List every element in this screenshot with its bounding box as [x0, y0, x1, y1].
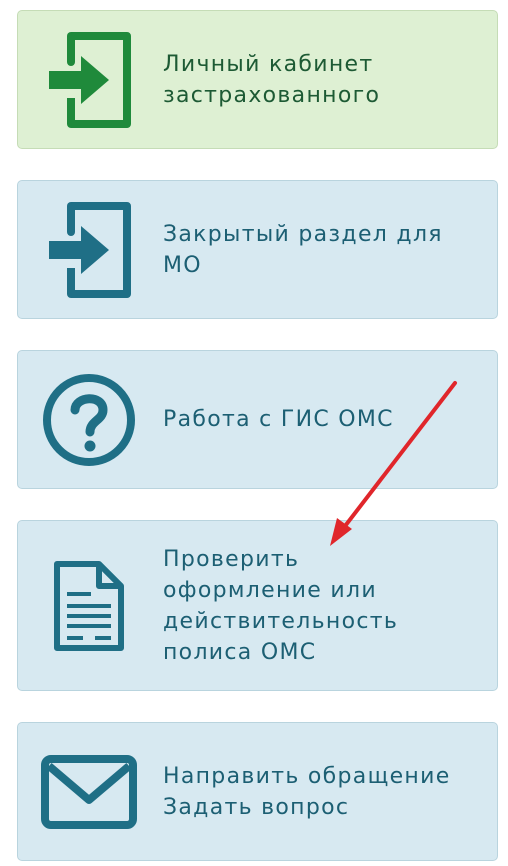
- check-policy-label: Проверить оформление или действительност…: [163, 544, 485, 668]
- question-icon: [40, 372, 138, 468]
- mo-closed-section-button[interactable]: Закрытый раздел для МО: [17, 180, 498, 319]
- gis-oms-button[interactable]: Работа с ГИС ОМС: [17, 350, 498, 489]
- label-line: Проверить: [163, 546, 300, 572]
- send-appeal-label: Направить обращение Задать вопрос: [163, 761, 485, 823]
- label-line: полиса ОМС: [163, 639, 317, 665]
- services-menu: Личный кабинет застрахованного Закрытый …: [0, 0, 508, 866]
- envelope-icon: [40, 754, 138, 830]
- label-line: действительность: [163, 608, 399, 634]
- document-icon: [40, 558, 138, 654]
- login-icon: [40, 198, 138, 302]
- label-line: Закрытый раздел для: [163, 221, 443, 247]
- gis-oms-label: Работа с ГИС ОМС: [163, 404, 485, 435]
- label-line: застрахованного: [163, 82, 381, 108]
- label-line: Работа с ГИС ОМС: [163, 407, 394, 432]
- personal-account-label: Личный кабинет застрахованного: [163, 49, 485, 111]
- label-line: Личный кабинет: [163, 51, 374, 77]
- mo-closed-section-label: Закрытый раздел для МО: [163, 219, 485, 281]
- label-line: Задать вопрос: [163, 794, 350, 820]
- send-appeal-button[interactable]: Направить обращение Задать вопрос: [17, 722, 498, 861]
- label-line: оформление или: [163, 577, 377, 603]
- label-line: МО: [163, 252, 202, 278]
- check-policy-button[interactable]: Проверить оформление или действительност…: [17, 520, 498, 691]
- login-icon: [40, 28, 138, 132]
- personal-account-button[interactable]: Личный кабинет застрахованного: [17, 10, 498, 149]
- label-line: Направить обращение: [163, 763, 451, 789]
